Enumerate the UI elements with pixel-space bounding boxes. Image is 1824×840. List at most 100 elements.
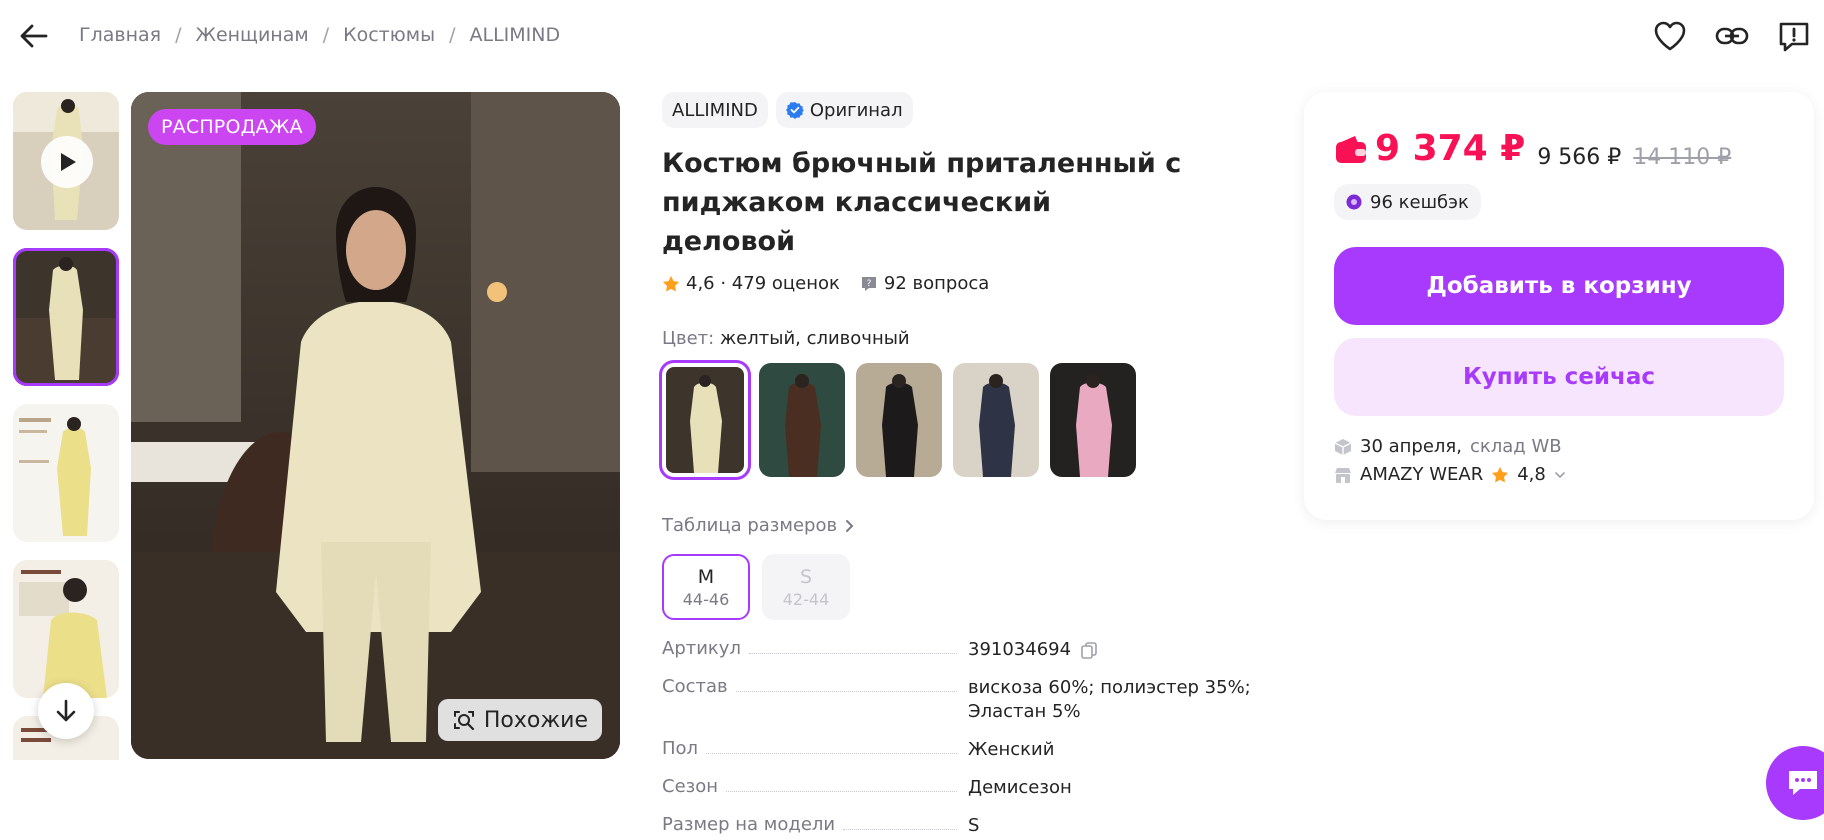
swatch-image <box>759 363 845 477</box>
size-option-s[interactable]: S 42-44 <box>762 554 850 620</box>
color-swatch-navy[interactable] <box>953 363 1039 477</box>
thumbnail-list[interactable] <box>13 92 119 760</box>
play-icon <box>61 153 76 171</box>
thumbnail-video[interactable] <box>13 92 119 230</box>
chat-icon <box>1789 771 1817 795</box>
similar-button[interactable]: Похожие <box>437 699 602 741</box>
play-button[interactable] <box>41 136 93 188</box>
cashback-label: 96 кешбэк <box>1370 191 1469 213</box>
price-old: 14 110 ₽ <box>1633 144 1732 170</box>
breadcrumb-item-home[interactable]: Главная <box>79 24 161 46</box>
copy-icon[interactable] <box>1079 640 1099 660</box>
breadcrumb: Главная / Женщинам / Костюмы / ALLIMIND <box>79 22 560 48</box>
size-name: M <box>697 565 715 588</box>
spec-key: Состав <box>662 676 728 697</box>
thumbnail-image[interactable] <box>13 560 119 698</box>
visual-search-icon <box>453 711 474 731</box>
arrow-down-icon <box>56 699 76 722</box>
question-bubble-icon: ? <box>861 276 876 291</box>
add-to-cart-button[interactable]: Добавить в корзину <box>1334 247 1784 325</box>
color-swatch-black[interactable] <box>856 363 942 477</box>
thumbnail-image-active[interactable] <box>13 248 119 386</box>
share-button[interactable] <box>1712 16 1752 56</box>
top-actions <box>1650 16 1814 56</box>
color-swatch-brown[interactable] <box>759 363 845 477</box>
buy-panel: 9 374 ₽ 9 566 ₽ 14 110 ₽ 96 кешбэк Добав… <box>1304 92 1814 520</box>
spec-value: Демисезон <box>968 777 1072 798</box>
star-icon <box>1492 466 1509 482</box>
breadcrumb-separator: / <box>175 24 182 46</box>
spec-key: Размер на модели <box>662 814 836 835</box>
heart-icon <box>1654 21 1686 51</box>
color-swatch-cream[interactable] <box>659 360 751 480</box>
product-title: Костюм брючный приталенный с пиджаком кл… <box>662 148 1182 257</box>
rating-reviews-link[interactable]: 4,6 · 479 оценок <box>686 273 840 294</box>
breadcrumb-item-brand[interactable]: ALLIMIND <box>470 24 561 46</box>
thumbnail-image <box>13 560 119 698</box>
verified-icon <box>785 102 804 119</box>
sale-badge: РАСПРОДАЖА <box>148 109 316 145</box>
main-product-photo[interactable]: РАСПРОДАЖА Похожие <box>131 92 620 759</box>
color-swatch-pink[interactable] <box>1050 363 1136 477</box>
original-label: Оригинал <box>809 99 903 121</box>
arrow-left-icon <box>20 24 48 48</box>
thumbnail-image[interactable] <box>13 404 119 542</box>
breadcrumb-item-suits[interactable]: Костюмы <box>343 24 435 46</box>
swatch-image <box>953 363 1039 477</box>
seller-rating: 4,8 <box>1517 464 1546 485</box>
delivery-info: 30 апреля, склад WB <box>1334 436 1562 457</box>
size-table-link[interactable]: Таблица размеров <box>662 515 1262 536</box>
size-option-m[interactable]: M 44-46 <box>662 554 750 620</box>
delivery-date: 30 апреля, <box>1360 436 1462 457</box>
breadcrumb-item-women[interactable]: Женщинам <box>195 24 308 46</box>
swatch-image <box>666 367 744 473</box>
price-current: 9 374 ₽ <box>1335 128 1525 169</box>
chevron-right-icon <box>846 519 854 532</box>
support-chat-button[interactable] <box>1766 746 1824 820</box>
color-row: Цвет: желтый, сливочный <box>662 328 1262 349</box>
chevron-down-icon <box>1555 471 1565 478</box>
color-value: желтый, сливочный <box>719 328 910 349</box>
thumbnail-image <box>13 248 119 386</box>
wallet-icon <box>1336 135 1366 163</box>
spec-value: 391034694 <box>968 639 1072 660</box>
favorite-button[interactable] <box>1650 16 1690 56</box>
cashback-badge[interactable]: 96 кешбэк <box>1334 184 1481 220</box>
breadcrumb-separator: / <box>322 24 330 46</box>
price-without-wallet: 9 566 ₽ <box>1537 144 1622 170</box>
cashback-coin-icon <box>1346 194 1362 210</box>
chat-alert-icon <box>1779 22 1809 52</box>
seller-info[interactable]: AMAZY WEAR 4,8 <box>1334 464 1566 485</box>
thumbnail-image <box>13 404 119 542</box>
report-button[interactable] <box>1774 16 1814 56</box>
rating-row: 4,6 · 479 оценок ? 92 вопроса <box>662 273 1262 294</box>
questions-link[interactable]: ? 92 вопроса <box>860 273 989 294</box>
price-row: 9 374 ₽ 9 566 ₽ 14 110 ₽ <box>1335 128 1731 170</box>
size-range: 44-46 <box>682 589 730 609</box>
star-icon <box>662 275 680 291</box>
spec-key: Артикул <box>662 638 741 659</box>
svg-text:?: ? <box>866 279 871 289</box>
brand-label: ALLIMIND <box>672 99 758 121</box>
size-range: 42-44 <box>782 589 830 609</box>
size-table-label: Таблица размеров <box>662 515 838 536</box>
questions-count: 92 вопроса <box>883 273 990 294</box>
swatch-image <box>856 363 942 477</box>
size-name: S <box>799 565 813 588</box>
link-icon <box>1715 27 1749 45</box>
brand-chip[interactable]: ALLIMIND <box>662 92 768 128</box>
spec-value: вискоза 60%; полиэстер 35%; Эластан 5% <box>968 677 1251 722</box>
buy-now-button[interactable]: Купить сейчас <box>1334 338 1784 416</box>
breadcrumb-separator: / <box>449 24 456 46</box>
spec-key: Пол <box>662 738 699 759</box>
swatch-image <box>1050 363 1136 477</box>
similar-label: Похожие <box>483 707 588 733</box>
thumbnails-scroll-down-button[interactable] <box>38 683 94 739</box>
original-chip[interactable]: Оригинал <box>775 92 913 128</box>
spec-value: Женский <box>968 739 1055 760</box>
product-photo-image <box>131 92 620 759</box>
spec-key: Сезон <box>662 776 718 797</box>
product-info: ALLIMIND Оригинал Костюм брючный притале… <box>659 92 1262 620</box>
back-button[interactable] <box>18 20 50 52</box>
color-swatches <box>659 360 1262 480</box>
